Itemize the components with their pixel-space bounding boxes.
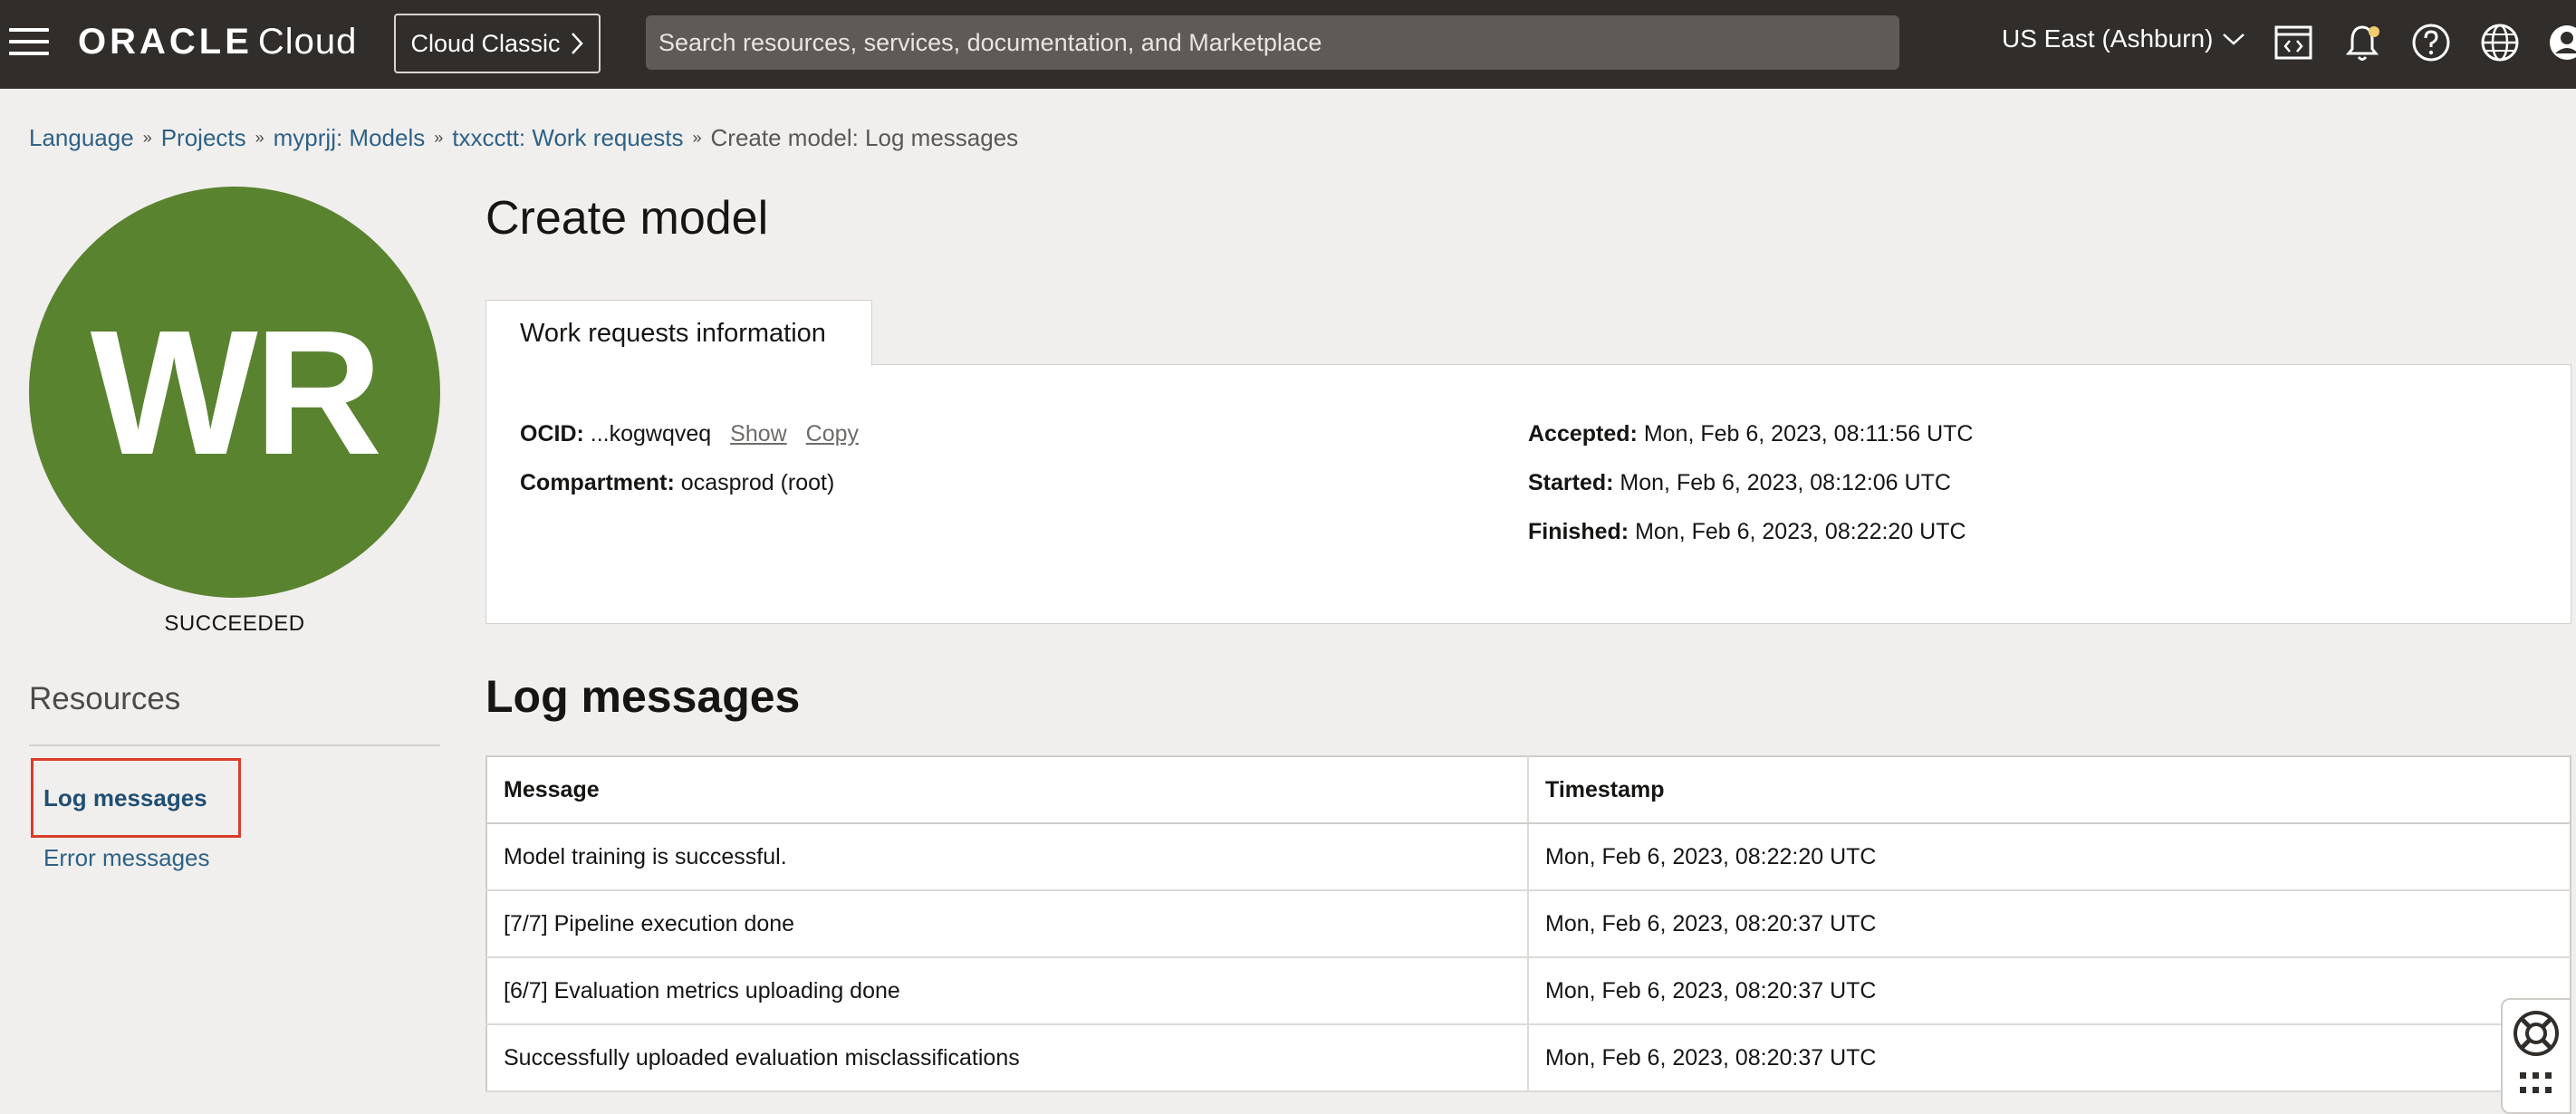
work-request-info-panel: OCID: ...kogwqveq Show Copy Compartment:… [485,364,2571,624]
table-row: Successfully uploaded evaluation misclas… [486,1024,2571,1092]
accepted-field: Accepted: Mon, Feb 6, 2023, 08:11:56 UTC [1528,421,1973,447]
breadcrumb-current: Create model: Log messages [710,124,1019,151]
tab-work-requests-information[interactable]: Work requests information [485,300,872,366]
cloud-classic-label: Cloud Classic [410,29,561,57]
table-row: Model training is successful. Mon, Feb 6… [486,823,2571,891]
apps-grid-icon[interactable] [2518,1071,2554,1098]
log-timestamp-cell: Mon, Feb 6, 2023, 08:20:37 UTC [1528,957,2571,1025]
cloud-shell-icon[interactable] [2272,21,2315,64]
help-icon[interactable] [2409,21,2453,64]
ocid-show-link[interactable]: Show [730,421,787,447]
log-timestamp-cell: Mon, Feb 6, 2023, 08:20:37 UTC [1528,890,2571,958]
log-messages-table: Message Timestamp Model training is succ… [485,755,2571,1092]
hamburger-menu-icon[interactable] [9,28,49,59]
finished-label: Finished: [1528,519,1629,544]
avatar-initials: WR [90,293,383,492]
breadcrumb-separator-icon: » [142,129,152,147]
table-row: [6/7] Evaluation metrics uploading done … [486,957,2571,1025]
accepted-label: Accepted: [1528,421,1638,447]
lifebuoy-icon[interactable] [2512,1009,2561,1058]
log-timestamp-cell: Mon, Feb 6, 2023, 08:22:20 UTC [1528,823,2571,891]
log-messages-heading: Log messages [485,671,801,722]
search-input[interactable] [646,15,1899,70]
breadcrumb-separator-icon: » [255,129,264,147]
resources-divider [29,744,440,746]
ocid-value: ...kogwqveq [590,421,712,447]
language-globe-icon[interactable] [2478,21,2522,64]
breadcrumb-separator-icon: » [692,129,702,147]
breadcrumb-separator-icon: » [434,129,444,147]
ocid-field: OCID: ...kogwqveq Show Copy [520,421,859,447]
started-field: Started: Mon, Feb 6, 2023, 08:12:06 UTC [1528,470,1951,496]
resource-log-messages-link[interactable]: Log messages [43,784,207,812]
compartment-value: ocasprod (root) [680,470,835,495]
compartment-field: Compartment: ocasprod (root) [520,470,834,496]
breadcrumb-work-requests[interactable]: txxcctt: Work requests [452,124,683,152]
compartment-label: Compartment: [520,470,675,495]
top-navigation-bar: ORACLECloud Cloud Classic US East (Ashbu… [0,0,2576,89]
finished-field: Finished: Mon, Feb 6, 2023, 08:22:20 UTC [1528,519,1966,545]
notifications-bell-icon[interactable] [2341,21,2384,64]
log-message-cell: Successfully uploaded evaluation misclas… [486,1024,1529,1092]
status-label: SUCCEEDED [164,611,305,636]
table-row: [7/7] Pipeline execution done Mon, Feb 6… [486,890,2571,958]
user-profile-icon[interactable] [2545,21,2576,64]
ocid-copy-link[interactable]: Copy [806,421,859,447]
log-message-cell: [7/7] Pipeline execution done [486,890,1529,958]
ocid-label: OCID: [520,421,584,447]
oracle-cloud-logo[interactable]: ORACLE Cloud [78,22,357,62]
page-title: Create model [485,192,769,245]
work-request-avatar: WR [29,187,440,598]
resources-heading: Resources [29,681,181,716]
resource-error-messages-link[interactable]: Error messages [43,844,210,872]
finished-value: Mon, Feb 6, 2023, 08:22:20 UTC [1635,519,1966,544]
breadcrumb-projects[interactable]: Projects [161,124,246,152]
table-header-row: Message Timestamp [486,756,2571,824]
breadcrumb-language[interactable]: Language [29,124,134,152]
log-timestamp-cell: Mon, Feb 6, 2023, 08:20:37 UTC [1528,1024,2571,1092]
support-widget[interactable] [2501,998,2571,1114]
column-header-timestamp[interactable]: Timestamp [1528,756,2571,824]
region-label: US East (Ashburn) [2002,24,2214,53]
log-message-cell: [6/7] Evaluation metrics uploading done [486,957,1529,1025]
column-header-message[interactable]: Message [486,756,1529,824]
accepted-value: Mon, Feb 6, 2023, 08:11:56 UTC [1643,421,1974,447]
log-message-cell: Model training is successful. [486,823,1529,891]
started-value: Mon, Feb 6, 2023, 08:12:06 UTC [1620,470,1951,495]
region-selector[interactable]: US East (Ashburn) [2002,24,2245,53]
breadcrumb-models[interactable]: myprjj: Models [274,124,426,152]
chevron-down-icon [2223,34,2245,45]
breadcrumb: Language » Projects » myprjj: Models » t… [29,124,1018,152]
started-label: Started: [1528,470,1614,495]
chevron-right-icon [571,33,583,54]
cloud-classic-button[interactable]: Cloud Classic [394,14,601,73]
